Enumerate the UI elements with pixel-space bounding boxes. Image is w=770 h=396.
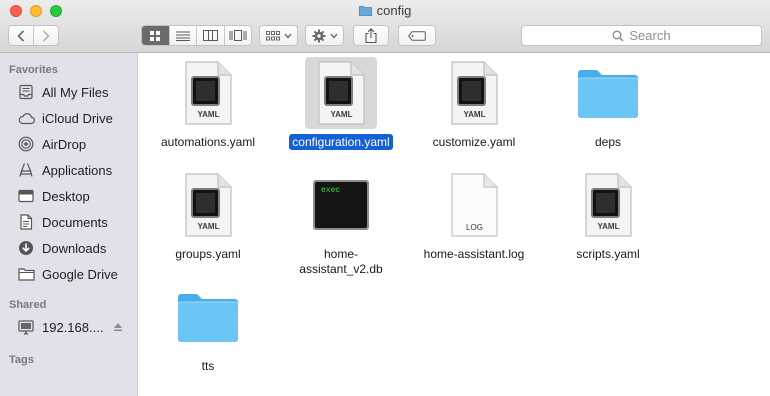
sidebar-item-documents[interactable]: Documents [17,212,108,232]
window-title-text: config [376,3,412,18]
svg-text:LOG: LOG [466,223,483,232]
sidebar-item-label: Applications [42,162,113,178]
cloud-icon [17,109,35,127]
documents-icon [17,213,35,231]
sidebar-item-label: Documents [42,214,108,230]
sidebar-item-label: Downloads [42,240,107,256]
sidebar-item-applications[interactable]: Applications [17,160,112,180]
columns-icon [202,30,218,41]
svg-text:YAML: YAML [198,222,220,231]
cover-flow-icon [229,30,247,41]
folder-icon [172,281,244,353]
column-view-button[interactable] [197,26,224,45]
gear-icon [312,29,325,42]
sidebar-item-network-share[interactable]: 192.168.... [17,317,103,337]
sidebar-item-label: 192.168.... [42,319,104,335]
file-name: home-assistant.log [423,247,525,261]
log-file-icon: LOG [438,169,510,241]
sidebar-item-label: iCloud Drive [42,110,113,126]
share-button[interactable] [353,25,389,46]
folder-icon [572,57,644,129]
tags-header: Tags [9,354,34,366]
finder-window: config Search Favorites All My Files iCl… [0,0,770,396]
file-name: groups.yaml [175,247,241,261]
search-placeholder: Search [629,28,671,43]
cover-flow-view-button[interactable] [225,26,252,45]
svg-text:YAML: YAML [464,110,486,119]
icon-grid-icon [150,30,161,41]
shared-header: Shared [9,299,47,311]
yaml-file-icon: YAML [172,169,244,241]
file-name-line-1: home- [323,247,358,261]
applications-icon [17,161,35,179]
forward-button[interactable] [34,26,58,45]
icon-view-button[interactable] [142,26,169,45]
navigation-buttons [8,25,59,46]
tag-icon [408,30,426,41]
all-files-icon [17,83,35,101]
file-name: tts [201,359,215,373]
chevron-left-icon [17,29,25,42]
favorites-header: Favorites [9,64,58,76]
search-field[interactable]: Search [521,25,762,46]
back-button[interactable] [9,26,33,45]
search-icon [612,30,624,42]
window-title: config [0,3,770,18]
downloads-icon [17,239,35,257]
sidebar-item-downloads[interactable]: Downloads [17,238,106,258]
sidebar-item-label: Desktop [42,188,90,204]
action-button[interactable] [305,25,344,46]
file-name: deps [594,135,622,149]
file-name: customize.yaml [432,135,516,149]
yaml-file-icon: YAML [572,169,644,241]
sidebar-item-desktop[interactable]: Desktop [17,186,90,206]
chevron-right-icon [42,29,50,42]
sidebar-item-google-drive[interactable]: Google Drive [17,264,118,284]
list-icon [175,31,190,41]
eject-icon[interactable] [113,322,123,332]
sidebar-item-label: All My Files [42,84,109,100]
share-icon [365,28,377,43]
file-name: automations.yaml [160,135,256,149]
chevron-down-icon [284,33,291,38]
toolbar: config Search [0,0,770,53]
folder-icon [358,6,372,16]
svg-text:YAML: YAML [331,110,353,119]
desktop-icon [17,187,35,205]
sidebar-item-label: Google Drive [42,266,118,282]
sidebar-item-all-my-files[interactable]: All My Files [17,82,108,102]
arrange-button[interactable] [259,25,298,46]
sidebar-item-airdrop[interactable]: AirDrop [17,134,86,154]
svg-text:YAML: YAML [598,222,620,231]
airdrop-icon [17,135,35,153]
sidebar-item-icloud-drive[interactable]: iCloud Drive [17,108,113,128]
edit-tags-button[interactable] [398,25,436,46]
yaml-file-icon: YAML [438,57,510,129]
file-name: home- assistant_v2.db [271,247,411,277]
sidebar-item-label: AirDrop [42,136,87,152]
file-name-line-2: assistant_v2.db [299,262,383,276]
svg-text:exec: exec [321,186,340,195]
yaml-file-icon: YAML [172,57,244,129]
view-mode-control [141,25,252,46]
arrange-icon [265,30,280,40]
chevron-down-icon [330,33,337,38]
sidebar: Favorites All My Files iCloud Drive AirD… [0,53,138,396]
folder-icon [17,265,35,283]
file-grid: YAML automations.yaml YAML configuration… [138,53,770,396]
file-name: scripts.yaml [576,247,640,261]
file-name: configuration.yaml [271,134,411,150]
svg-text:YAML: YAML [198,110,220,119]
exec-file-icon: exec [305,169,377,241]
yaml-file-icon: YAML [305,57,377,129]
list-view-button[interactable] [170,26,197,45]
monitor-icon [17,318,35,336]
